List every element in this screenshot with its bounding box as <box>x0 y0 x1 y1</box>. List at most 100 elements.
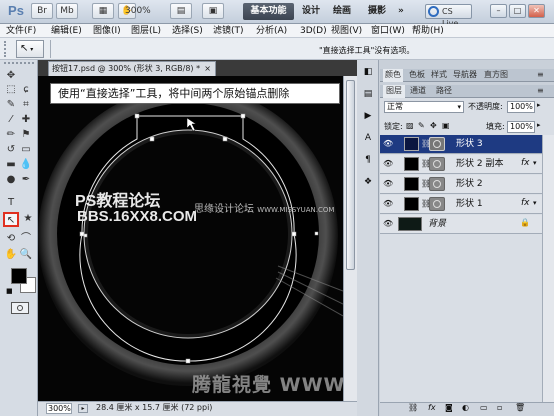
character-panel-icon[interactable]: A <box>360 133 376 147</box>
paragraph-panel-icon[interactable]: ¶ <box>360 155 376 169</box>
tab-navigator[interactable]: 导航器 <box>453 69 477 82</box>
tab-histogram[interactable]: 直方图 <box>484 69 508 82</box>
history-panel-icon[interactable]: ▤ <box>360 89 376 103</box>
lasso-tool-icon[interactable]: ɕ <box>19 83 33 96</box>
link-layers-icon[interactable]: ⛓ <box>408 403 418 412</box>
layer-row[interactable]: 👁 ⛓ 形状 1 fx ▾ <box>380 195 542 214</box>
lock-transparent-icon[interactable]: ▨ <box>406 121 414 130</box>
workspace-design[interactable]: 设计 <box>296 3 326 20</box>
quick-mask-icon[interactable] <box>11 302 29 314</box>
menu-analysis[interactable]: 分析(A) <box>256 25 287 37</box>
marquee-tool-icon[interactable]: ⬚ <box>4 83 18 96</box>
fill-arrow-icon[interactable]: ▸ <box>537 121 541 129</box>
stamp-tool-icon[interactable]: ⚑ <box>19 128 33 141</box>
view-extras-button[interactable]: ▦ <box>92 3 114 19</box>
mini-bridge-panel-icon[interactable]: ◧ <box>360 67 376 81</box>
3d-rotate-tool-icon[interactable]: ⟲ <box>4 232 18 245</box>
layers-scrollbar[interactable] <box>542 135 554 402</box>
add-style-icon[interactable]: fx <box>428 403 436 412</box>
lock-position-icon[interactable]: ✥ <box>430 121 437 130</box>
shape-tool-icon[interactable]: ★ <box>21 212 35 225</box>
document-canvas[interactable] <box>38 76 343 401</box>
foreground-color-swatch-top[interactable] <box>11 268 27 284</box>
tab-swatches[interactable]: 色板 <box>409 69 425 82</box>
crop-tool-icon[interactable]: ⌗ <box>19 98 33 111</box>
menu-help[interactable]: 帮助(H) <box>412 25 444 37</box>
add-mask-icon[interactable]: ◙ <box>445 403 453 412</box>
menu-window[interactable]: 窗口(W) <box>371 25 405 37</box>
healing-tool-icon[interactable]: ✚ <box>19 113 33 126</box>
clone-source-panel-icon[interactable]: ❖ <box>360 177 376 191</box>
blend-mode-select[interactable]: 正常 ▾ <box>384 101 464 113</box>
tab-styles[interactable]: 样式 <box>431 69 447 82</box>
lock-image-icon[interactable]: ✎ <box>418 121 425 130</box>
layer-row[interactable]: 👁 ⛓ 形状 2 副本 fx ▾ <box>380 155 542 174</box>
workspace-painting[interactable]: 绘画 <box>327 3 357 20</box>
layer-row[interactable]: 👁 背景 🔒 <box>380 215 542 234</box>
zoom-level[interactable]: 300% <box>125 5 151 17</box>
mini-bridge-icon[interactable]: Mb <box>56 3 78 19</box>
zoom-tool-icon[interactable]: 🔍 <box>19 248 33 261</box>
color-panel-menu-icon[interactable]: ≡ <box>537 69 544 82</box>
layer-row[interactable]: 👁 ⛓ 形状 2 <box>380 175 542 194</box>
expand-effects-icon[interactable]: ▾ <box>533 159 537 167</box>
move-tool-icon[interactable]: ✥ <box>4 69 18 82</box>
dodge-tool-icon[interactable]: ● <box>4 173 18 186</box>
cs-live-button[interactable]: CS Live <box>425 4 472 28</box>
visibility-eye-icon[interactable]: 👁 <box>383 219 393 229</box>
visibility-eye-icon[interactable]: 👁 <box>383 139 393 149</box>
direct-selection-tool-icon[interactable]: ↖ <box>3 212 19 227</box>
tab-paths[interactable]: 路径 <box>436 85 452 98</box>
eraser-tool-icon[interactable]: ▭ <box>19 143 33 156</box>
new-group-icon[interactable]: ▭ <box>480 403 488 412</box>
visibility-eye-icon[interactable]: 👁 <box>383 179 393 189</box>
type-tool-icon[interactable]: T <box>4 196 18 209</box>
history-brush-tool-icon[interactable]: ↺ <box>4 143 18 156</box>
tool-preset-picker[interactable]: ↖ ▾ <box>16 40 44 58</box>
menu-3d[interactable]: 3D(D) <box>300 25 327 37</box>
pen-tool-icon[interactable]: ✒ <box>19 173 33 186</box>
hand-tool-icon[interactable]: ✋ <box>4 248 18 261</box>
3d-orbit-tool-icon[interactable]: ⌒ <box>19 232 33 245</box>
menu-view[interactable]: 视图(V) <box>331 25 362 37</box>
new-layer-icon[interactable]: ▫ <box>497 403 502 412</box>
menu-filter[interactable]: 滤镜(T) <box>213 25 244 37</box>
actions-panel-icon[interactable]: ▶ <box>360 111 376 125</box>
close-icon[interactable]: ✕ <box>528 4 545 18</box>
arrange-documents-button[interactable]: ▤ <box>170 3 192 19</box>
bridge-icon[interactable]: Br <box>31 3 53 19</box>
menu-image[interactable]: 图像(I) <box>93 25 121 37</box>
layer-row[interactable]: 👁 ⛓ 形状 3 <box>380 135 542 154</box>
menu-layer[interactable]: 图层(L) <box>131 25 161 37</box>
tab-color[interactable]: 颜色 <box>383 69 403 82</box>
menu-edit[interactable]: 编辑(E) <box>51 25 82 37</box>
expand-effects-icon[interactable]: ▾ <box>533 199 537 207</box>
opacity-arrow-icon[interactable]: ▸ <box>537 101 541 109</box>
workspace-photography[interactable]: 摄影 <box>362 3 392 20</box>
lock-all-icon[interactable]: ▣ <box>442 121 450 130</box>
tab-layers[interactable]: 图层 <box>383 85 405 98</box>
screen-mode-button[interactable]: ▣ <box>202 3 224 19</box>
maximize-icon[interactable]: □ <box>509 4 526 18</box>
more-workspaces-button[interactable]: » <box>392 3 410 20</box>
tab-channels[interactable]: 通道 <box>410 85 426 98</box>
fx-icon[interactable]: fx <box>521 198 530 208</box>
visibility-eye-icon[interactable]: 👁 <box>383 199 393 209</box>
delete-layer-icon[interactable]: 🗑 <box>515 403 525 412</box>
brush-tool-icon[interactable]: ✏ <box>4 128 18 141</box>
eyedropper-tool-icon[interactable]: ⁄ <box>4 113 18 126</box>
menu-select[interactable]: 选择(S) <box>172 25 203 37</box>
default-colors-icon[interactable]: ■ <box>6 287 13 295</box>
workspace-essentials[interactable]: 基本功能 <box>243 3 294 20</box>
scrollbar-thumb[interactable] <box>346 80 355 270</box>
status-info-icon[interactable]: ▸ <box>78 404 88 413</box>
canvas-vertical-scrollbar[interactable] <box>343 76 357 401</box>
adjustment-layer-icon[interactable]: ◐ <box>462 403 469 412</box>
document-tab[interactable]: 按钮17.psd @ 300% (形状 3, RGB/8) * × <box>48 61 216 76</box>
visibility-eye-icon[interactable]: 👁 <box>383 159 393 169</box>
gradient-tool-icon[interactable]: ▬ <box>4 158 18 171</box>
zoom-field[interactable]: 300% <box>46 403 72 414</box>
blur-tool-icon[interactable]: 💧 <box>19 158 33 171</box>
document-tab-close-icon[interactable]: × <box>204 62 211 75</box>
fill-field[interactable]: 100% <box>507 121 535 133</box>
